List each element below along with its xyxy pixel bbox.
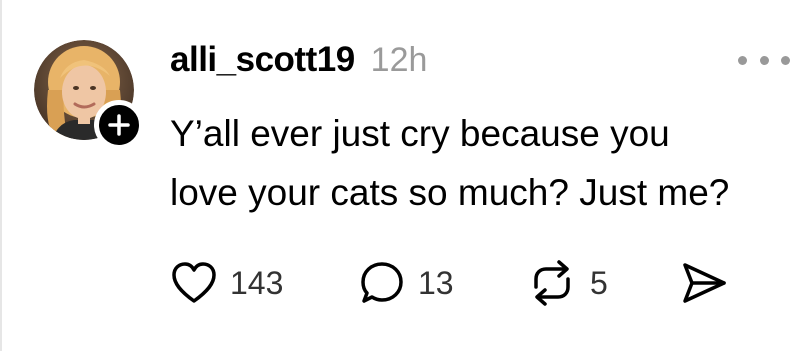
share-button[interactable] [680, 258, 728, 308]
avatar-container[interactable] [34, 40, 144, 150]
follow-button[interactable] [94, 100, 144, 150]
post-text-line: love your cats so much? Just me? [170, 172, 730, 213]
reply-count: 13 [418, 264, 454, 301]
send-icon [683, 263, 726, 303]
repost-button[interactable]: 5 [526, 258, 608, 308]
like-button[interactable]: 143 [170, 258, 283, 308]
ellipsis-icon [759, 55, 769, 65]
post-text-line: Y’all ever just cry because you [170, 113, 670, 154]
ellipsis-icon [781, 55, 790, 65]
like-count: 143 [230, 264, 284, 301]
repost-count: 5 [590, 264, 608, 301]
post-body: Y’all ever just cry because you love you… [170, 104, 800, 222]
post-card: alli_scott19 12h Y’all ever just cry bec… [0, 0, 800, 351]
post-header: alli_scott19 12h [170, 40, 427, 84]
ellipsis-icon [738, 55, 747, 65]
post-timestamp: 12h [370, 41, 428, 79]
repost-icon [534, 260, 570, 306]
post-actions: 143 13 5 [170, 258, 730, 308]
heart-icon [172, 262, 216, 303]
plus-icon [108, 114, 130, 136]
reply-button[interactable]: 13 [358, 258, 454, 308]
username[interactable]: alli_scott19 [170, 40, 355, 80]
speech-bubble-icon [361, 262, 403, 303]
more-options-button[interactable] [738, 50, 790, 70]
